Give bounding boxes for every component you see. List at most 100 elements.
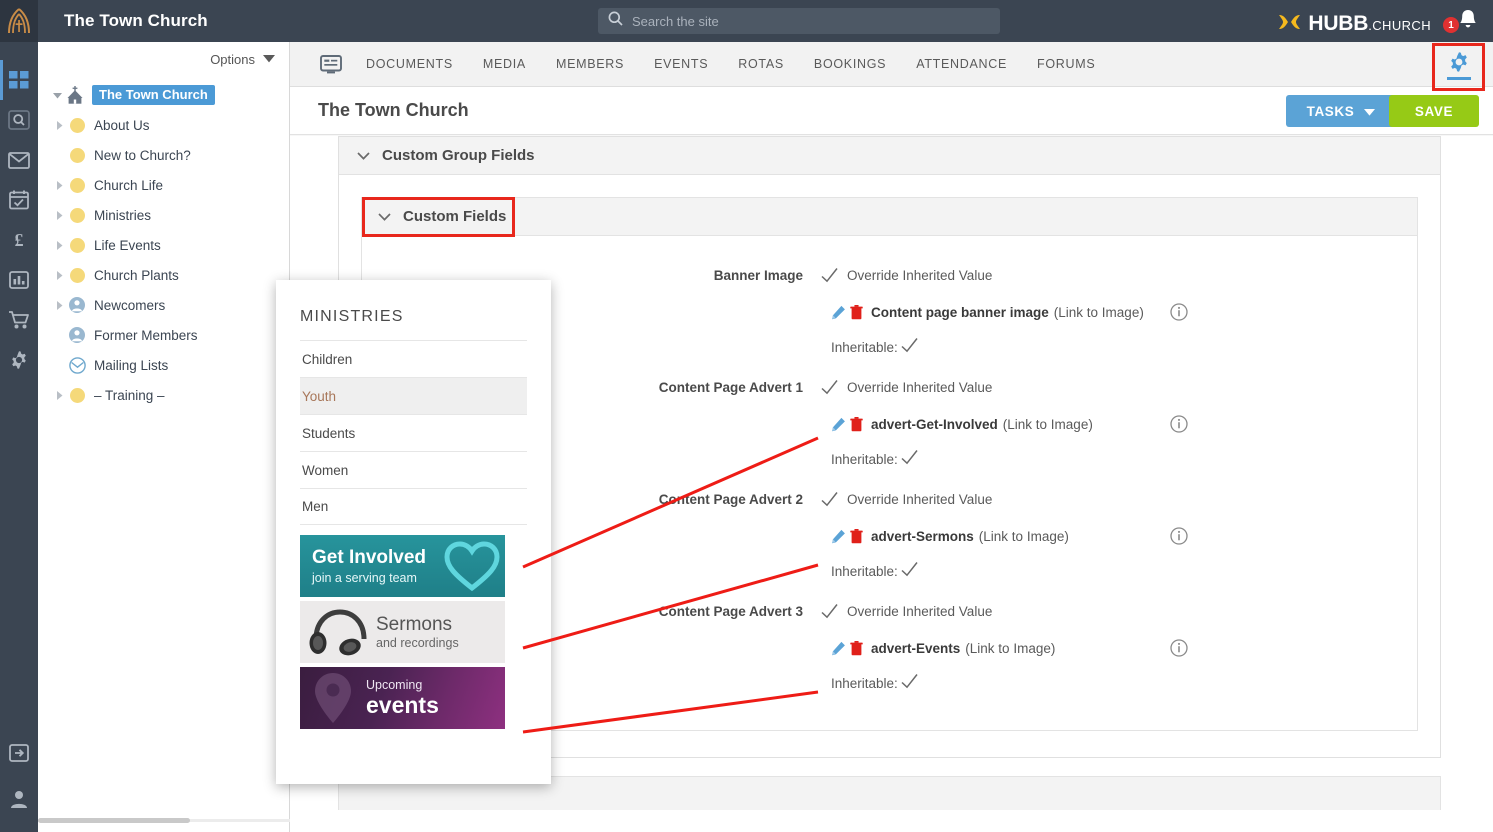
scrollbar-thumb[interactable]	[38, 818, 190, 823]
advert-title: Sermons	[376, 613, 453, 635]
info-icon[interactable]	[1170, 639, 1188, 657]
tree-item-church-life[interactable]: Church Life	[38, 170, 289, 200]
inheritable-checkbox[interactable]	[900, 449, 919, 470]
override-label: Override Inherited Value	[847, 379, 993, 395]
field-value-name[interactable]: advert-Get-Involved	[871, 417, 998, 432]
tasks-button[interactable]: TASKS	[1286, 95, 1396, 127]
tree-horizontal-scrollbar[interactable]	[38, 816, 290, 825]
tree-item-new-to-church[interactable]: New to Church?	[38, 140, 289, 170]
tree-item-training[interactable]: – Training –	[38, 380, 289, 410]
field-value-name[interactable]: Content page banner image	[871, 305, 1049, 320]
tree-item-church-plants[interactable]: Church Plants	[38, 260, 289, 290]
inheritable-checkbox[interactable]	[900, 337, 919, 358]
info-icon[interactable]	[1170, 303, 1188, 321]
top-header-bar: The Town Church HUBB .CHURCH	[38, 0, 1493, 42]
tree-item-the-town-church[interactable]: The Town Church	[38, 80, 289, 110]
twisty-collapsed-icon[interactable]	[52, 120, 66, 130]
twisty-collapsed-icon[interactable]	[52, 240, 66, 250]
ministries-item-students[interactable]: Students	[300, 414, 527, 451]
twisty-expanded-icon[interactable]	[50, 92, 64, 99]
advert-events[interactable]: Upcoming events	[300, 667, 505, 729]
rail-item-dashboard[interactable]	[0, 60, 38, 100]
tab-media[interactable]: MEDIA	[483, 57, 526, 71]
search-input[interactable]	[632, 13, 972, 29]
rail-item-messages[interactable]	[0, 140, 38, 180]
notifications-button[interactable]: 1	[1443, 8, 1479, 36]
tab-bookings[interactable]: BOOKINGS	[814, 57, 886, 71]
custom-fields-header[interactable]: Custom Fields	[362, 197, 1417, 237]
field-value-type: (Link to Image)	[965, 640, 1056, 656]
tree-item-former-members[interactable]: Former Members	[38, 320, 289, 350]
tree-item-mailing-lists[interactable]: Mailing Lists	[38, 350, 289, 380]
tab-attendance[interactable]: ATTENDANCE	[916, 57, 1007, 71]
rail-item-settings[interactable]	[0, 340, 38, 380]
edit-pencil-icon[interactable]	[831, 529, 846, 544]
rail-item-profile[interactable]	[0, 776, 38, 822]
site-search[interactable]	[598, 8, 1000, 34]
rail-item-shop[interactable]	[0, 300, 38, 340]
save-button[interactable]: SAVE	[1389, 95, 1479, 127]
rail-bottom-items	[0, 730, 38, 822]
twisty-collapsed-icon[interactable]	[52, 390, 66, 400]
delete-trash-icon[interactable]	[850, 416, 863, 432]
tab-forums[interactable]: FORUMS	[1037, 57, 1095, 71]
field-value-name[interactable]: advert-Events	[871, 641, 960, 656]
mailing-list-icon	[66, 356, 88, 374]
rail-item-reports[interactable]	[0, 260, 38, 300]
tree-item-about-us[interactable]: About Us	[38, 110, 289, 140]
override-checkbox[interactable]	[817, 603, 841, 619]
override-checkbox[interactable]	[817, 267, 841, 283]
chevron-down-icon[interactable]	[357, 148, 370, 163]
info-icon[interactable]	[1170, 527, 1188, 545]
twisty-collapsed-icon[interactable]	[52, 300, 66, 310]
inheritable-checkbox[interactable]	[900, 561, 919, 582]
ministries-item-women[interactable]: Women	[300, 451, 527, 488]
override-label: Override Inherited Value	[847, 491, 993, 507]
delete-trash-icon[interactable]	[850, 528, 863, 544]
field-value-name[interactable]: advert-Sermons	[871, 529, 974, 544]
tab-members[interactable]: MEMBERS	[556, 57, 624, 71]
tab-documents[interactable]: DOCUMENTS	[366, 57, 453, 71]
rail-item-logout[interactable]	[0, 730, 38, 776]
tree-options-button[interactable]: Options	[38, 42, 289, 76]
rail-item-search[interactable]	[0, 100, 38, 140]
info-icon[interactable]	[1170, 415, 1188, 433]
advert-get-involved[interactable]: Get Involved join a serving team	[300, 535, 505, 597]
folder-dot-icon	[66, 207, 88, 223]
tree-item-ministries[interactable]: Ministries	[38, 200, 289, 230]
advert-sermons[interactable]: Sermons and recordings	[300, 601, 505, 663]
hubb-brand: HUBB .CHURCH	[1277, 10, 1431, 36]
twisty-collapsed-icon[interactable]	[52, 210, 66, 220]
override-checkbox[interactable]	[817, 379, 841, 395]
tab-rotas[interactable]: ROTAS	[738, 57, 784, 71]
edit-pencil-icon[interactable]	[831, 417, 846, 432]
edit-pencil-icon[interactable]	[831, 305, 846, 320]
twisty-collapsed-icon[interactable]	[52, 270, 66, 280]
settings-tab[interactable]	[1439, 45, 1479, 85]
tree-item-label: New to Church?	[94, 147, 191, 163]
custom-group-fields-header[interactable]: Custom Group Fields	[339, 137, 1440, 175]
rail-item-calendar[interactable]	[0, 180, 38, 220]
tab-events[interactable]: EVENTS	[654, 57, 708, 71]
twisty-collapsed-icon[interactable]	[52, 180, 66, 190]
brand-name: HUBB	[1308, 12, 1369, 35]
advert-subtitle: join a serving team	[312, 570, 417, 585]
inheritable-checkbox[interactable]	[900, 673, 919, 694]
advert-text: Upcoming events	[366, 679, 439, 717]
documents-module-icon[interactable]	[320, 54, 342, 74]
ministries-item-men[interactable]: Men	[300, 488, 527, 525]
edit-pencil-icon[interactable]	[831, 641, 846, 656]
ministries-preview-overlay: MINISTRIES Children Youth Students Women…	[276, 280, 551, 784]
rail-item-finance[interactable]: £	[0, 220, 38, 260]
tree-item-life-events[interactable]: Life Events	[38, 230, 289, 260]
override-checkbox[interactable]	[817, 491, 841, 507]
ministries-item-youth[interactable]: Youth	[300, 377, 527, 414]
delete-trash-icon[interactable]	[850, 304, 863, 320]
advert-list: Get Involved join a serving team Sermons	[276, 525, 551, 729]
delete-trash-icon[interactable]	[850, 640, 863, 656]
chevron-down-icon[interactable]	[378, 208, 391, 226]
ministries-item-children[interactable]: Children	[300, 340, 527, 377]
hubb-mark-icon	[1277, 12, 1302, 37]
tree-item-label: Mailing Lists	[94, 357, 169, 373]
tree-item-newcomers[interactable]: Newcomers	[38, 290, 289, 320]
